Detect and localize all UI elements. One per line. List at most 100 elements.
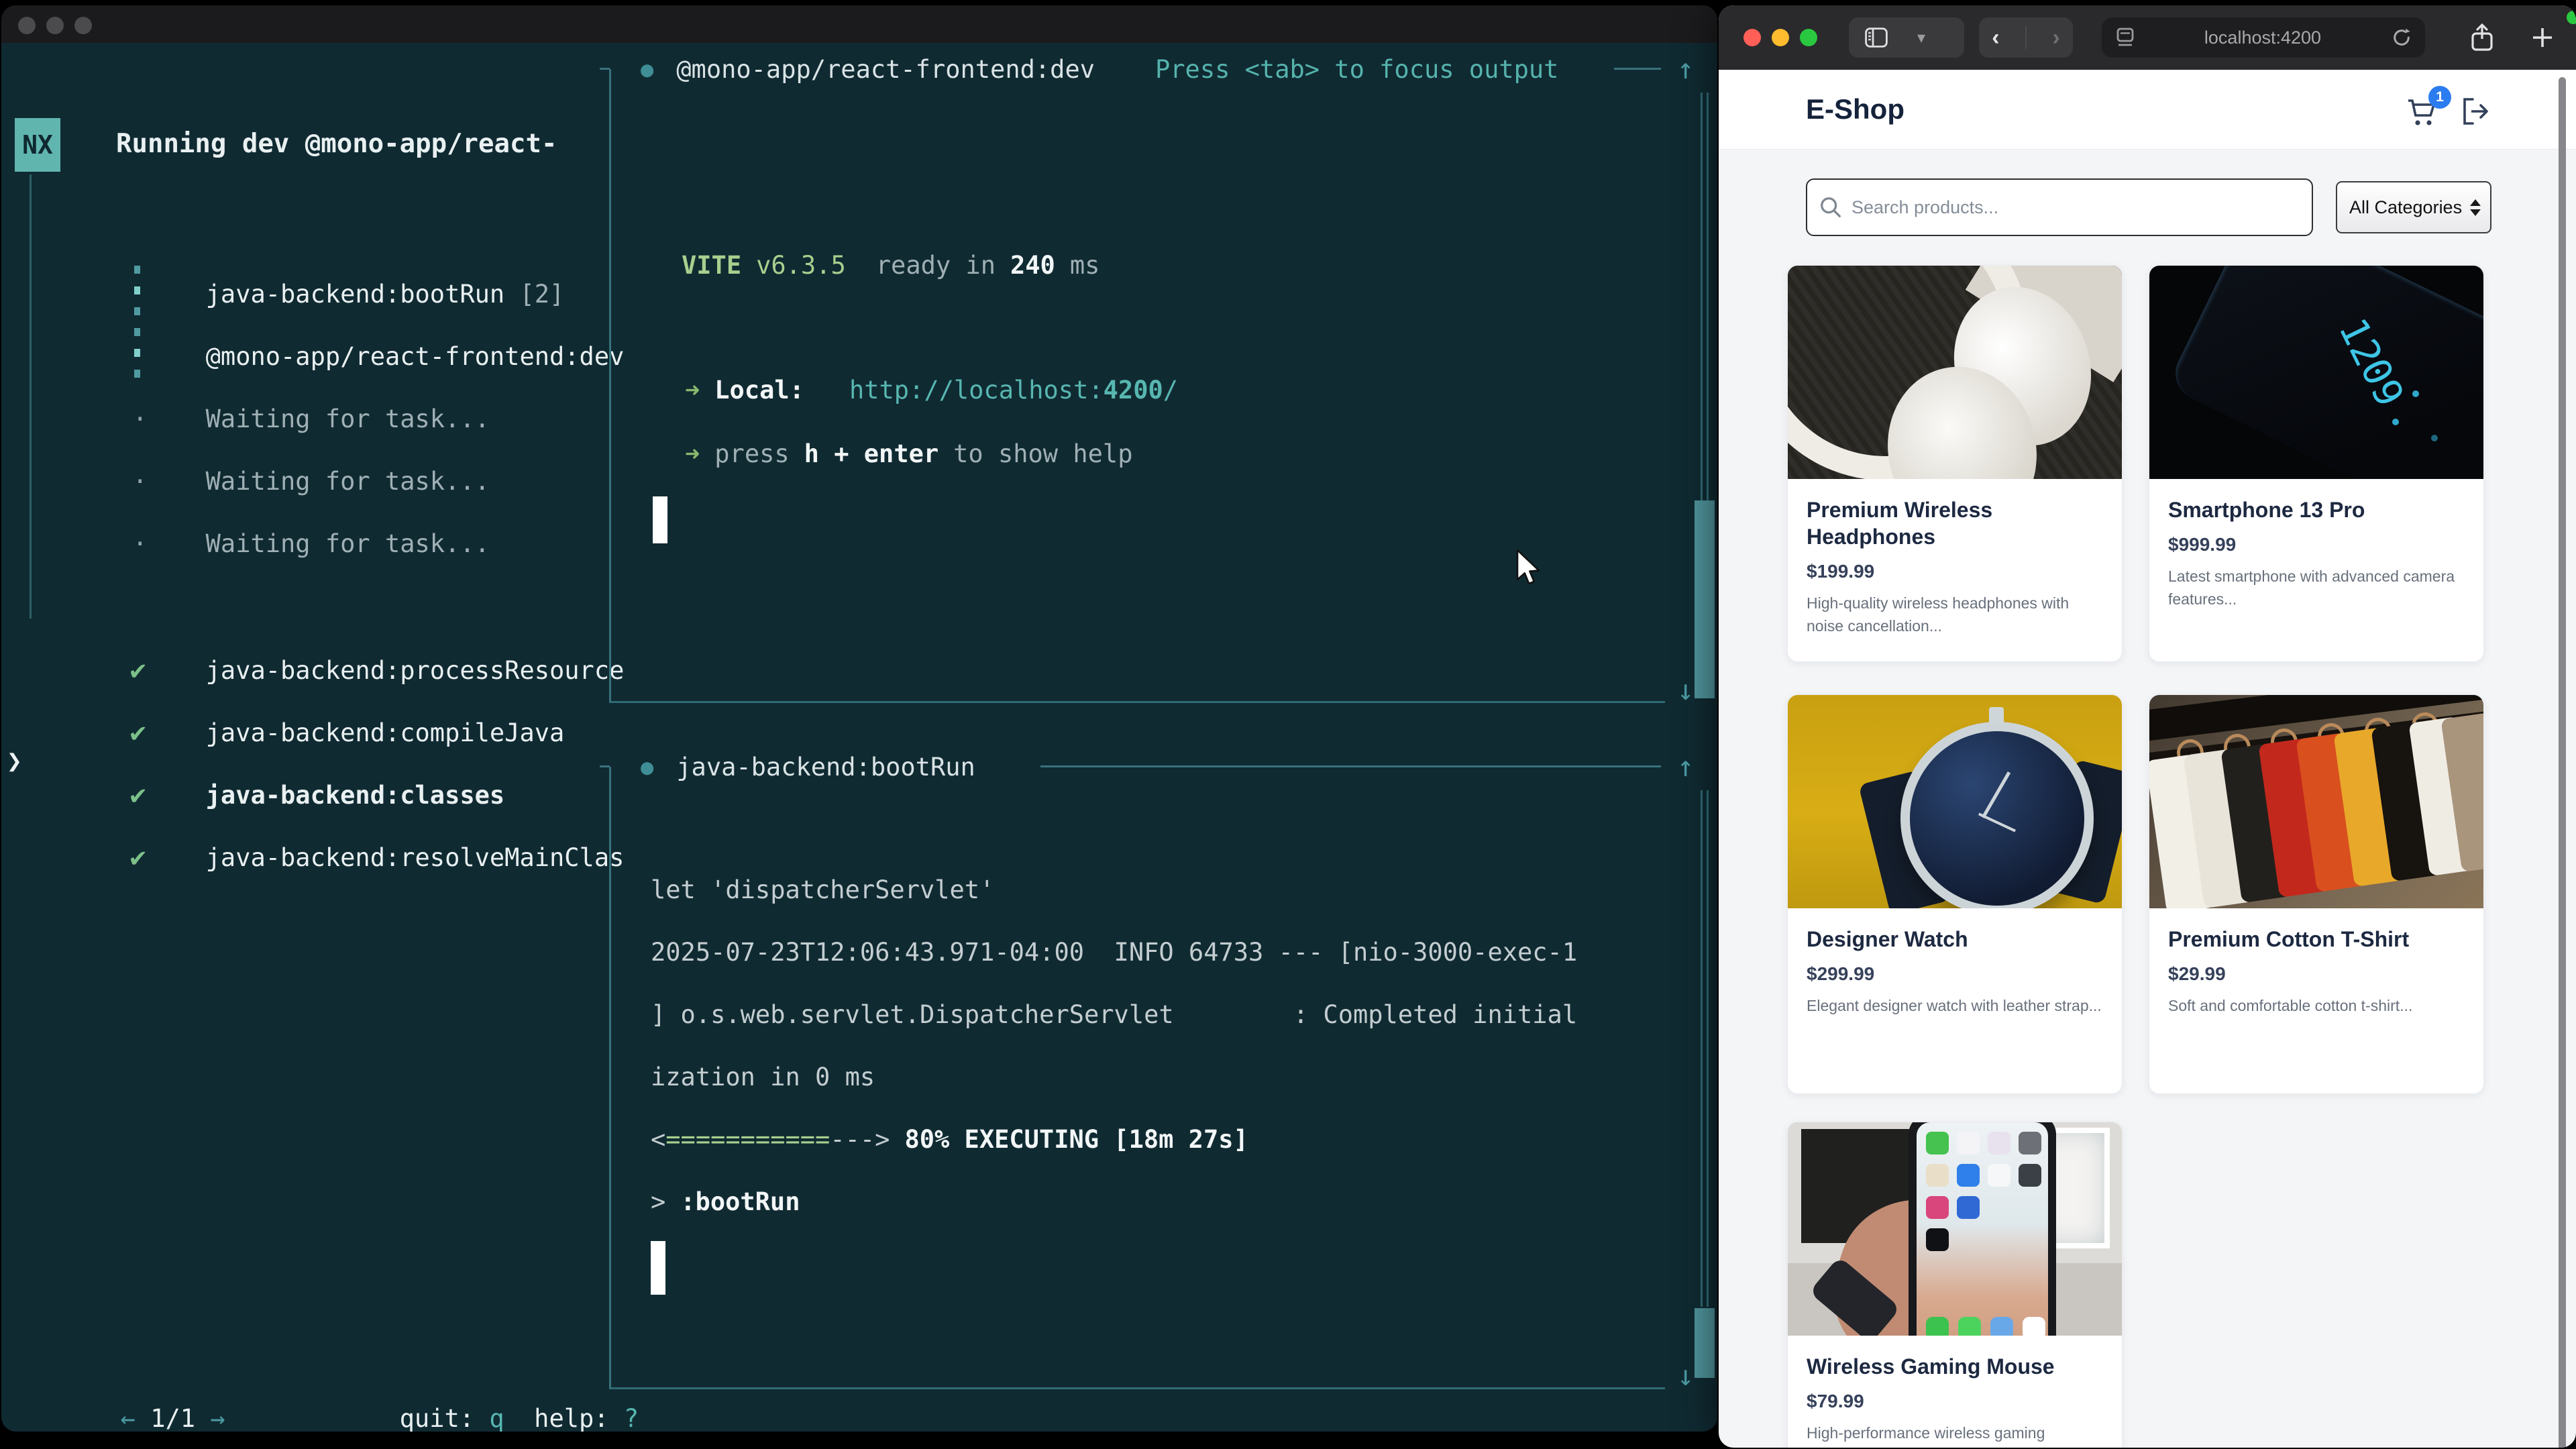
back-icon[interactable]: ‹ [1992,25,1999,51]
share-icon[interactable] [2469,21,2496,54]
nx-logo: NX [15,118,60,172]
mouse-pointer [1512,547,1547,588]
terminal-run-title: Running dev @mono-app/react- [116,129,557,159]
pane-title: java-backend:bootRun [676,753,975,782]
product-image-tshirts [2149,695,2483,908]
selected-caret-icon: ❯ [7,746,22,775]
log-line: ization in 0 ms [651,1063,875,1091]
product-description: Soft and comfortable cotton t-shirt... [2168,994,2465,1017]
product-image-headphones [1788,266,2122,479]
product-card[interactable]: Premium Cotton T-Shirt $29.99 Soft and c… [2149,694,2484,1094]
page-indicator: 1/1 [150,1404,195,1432]
task-row-done[interactable]: ✔java-backend:resolveMainClas [39,813,624,902]
product-image-smartphone: 12 09 [2149,266,2483,479]
safari-toolbar[interactable]: ▾ ‹ › localhost:4200 [1719,5,2576,70]
scroll-up-icon[interactable]: ↑ [1677,52,1694,85]
reload-icon[interactable] [2392,28,2412,48]
logout-icon[interactable] [2459,95,2491,127]
arrow-icon: ➜ [685,376,700,405]
sidebar-icon[interactable] [1865,28,1888,48]
page-prev-icon[interactable]: ← [121,1404,136,1432]
product-name: Smartphone 13 Pro [2168,496,2465,523]
scrollbar-thumb[interactable] [1695,500,1715,698]
pane-bullet-icon: ● [641,754,653,780]
product-card[interactable]: Wireless Gaming Mouse $79.99 High-perfor… [1787,1122,2123,1448]
zoom-button[interactable] [1800,29,1817,46]
focus-hint: Press <tab> to focus output [1155,55,1558,84]
nav-button-group: ‹ › [1979,17,2073,58]
product-price: $999.99 [2168,534,2465,555]
close-button[interactable] [18,17,36,34]
product-card[interactable]: Premium Wireless Headphones $199.99 High… [1787,265,2123,662]
product-price: $79.99 [1807,1391,2103,1412]
scroll-up-icon[interactable]: ↑ [1677,750,1694,783]
divider [2025,26,2027,49]
chevron-down-icon[interactable]: ▾ [1917,28,1925,48]
pager-status[interactable]: ← 1/1 → [31,1375,225,1432]
zoom-button[interactable] [74,17,92,34]
page-next-icon[interactable]: → [210,1404,225,1432]
product-price: $199.99 [1807,561,2103,582]
search-input[interactable] [1806,178,2313,236]
url-text[interactable]: localhost:4200 [2134,28,2392,48]
scroll-down-icon[interactable]: ↓ [1677,1359,1694,1392]
product-card[interactable]: Designer Watch $299.99 Elegant designer … [1787,694,2123,1094]
product-description: Elegant designer watch with leather stra… [1807,994,2103,1017]
category-select[interactable]: All Categories [2336,181,2491,233]
product-name: Wireless Gaming Mouse [1807,1353,2103,1380]
new-tab-icon[interactable] [2529,24,2556,51]
scroll-down-icon[interactable]: ↓ [1677,674,1694,706]
scrollbar-track[interactable] [1701,790,1709,1307]
pane-border-tick [600,68,610,70]
forward-icon[interactable]: › [2052,25,2059,51]
output-pane-frontend[interactable]: ● @mono-app/react-frontend:dev Press <ta… [609,69,1665,703]
product-name: Designer Watch [1807,926,2103,953]
pane-header-rule [1614,68,1661,70]
log-line: let 'dispatcherServlet' [651,875,994,904]
pane-header-rule [1040,765,1661,767]
check-icon: ✔ [129,842,206,873]
safari-window: ▾ ‹ › localhost:4200 [1719,5,2576,1448]
product-name: Premium Cotton T-Shirt [2168,926,2465,953]
check-icon: ✔ [129,717,206,748]
task-label: Waiting for task... [206,405,490,433]
help-hint-line: ➜pressh + enterto show help [685,439,1132,468]
minimize-button[interactable] [1772,29,1789,46]
cart-count-badge: 1 [2428,86,2451,109]
check-icon: ✔ [129,655,206,686]
local-url-line: ➜Local:http://localhost:4200/ [685,376,1178,405]
log-line: ] o.s.web.servlet.DispatcherServlet : Co… [651,1000,1577,1029]
task-row-waiting[interactable]: ·Waiting for task... [39,500,490,587]
address-bar[interactable]: localhost:4200 [2102,17,2425,58]
task-label: Waiting for task... [206,529,490,558]
task-label: java-backend:processResource [206,656,625,685]
product-card[interactable]: 12 09 Smartphone 13 Pro $999.99 Latest s… [2149,265,2484,662]
browser-scrollbar-thumb[interactable] [2559,77,2566,1448]
product-name: Premium Wireless Headphones [1807,496,2103,550]
minimize-button[interactable] [46,17,64,34]
terminal-cursor [651,1241,665,1295]
waiting-bullet-icon: · [129,529,206,558]
product-description: High-quality wireless headphones with no… [1807,592,2103,637]
product-price: $299.99 [1807,963,2103,985]
local-url[interactable]: http://localhost: [849,376,1104,405]
spinner-icon [129,342,206,371]
log-line: 2025-07-23T12:06:43.971-04:00 INFO 64733… [651,938,1577,967]
terminal-titlebar[interactable] [1,5,1717,43]
scrollbar-thumb[interactable] [1695,1308,1715,1378]
product-image-watch [1788,695,2122,908]
page-format-icon[interactable] [2116,28,2134,48]
local-port[interactable]: 4200 [1104,376,1163,405]
waiting-bullet-icon: · [129,405,206,433]
sidebar-button-group[interactable]: ▾ [1849,17,1964,58]
pane-title: @mono-app/react-frontend:dev [676,55,1095,84]
gradle-prompt-line: >:bootRun [651,1187,800,1216]
close-button[interactable] [1743,29,1761,46]
task-label: java-backend:classes [206,781,505,810]
pane-border-tick [600,765,610,767]
task-label: @mono-app/react-frontend:dev [206,342,625,371]
pane-header: ● java-backend:bootRun [641,747,975,787]
output-pane-backend[interactable]: ● java-backend:bootRun let 'dispatcherSe… [609,767,1665,1389]
product-image-gaming-mouse [1788,1122,2122,1336]
quit-key: q [489,1404,504,1432]
